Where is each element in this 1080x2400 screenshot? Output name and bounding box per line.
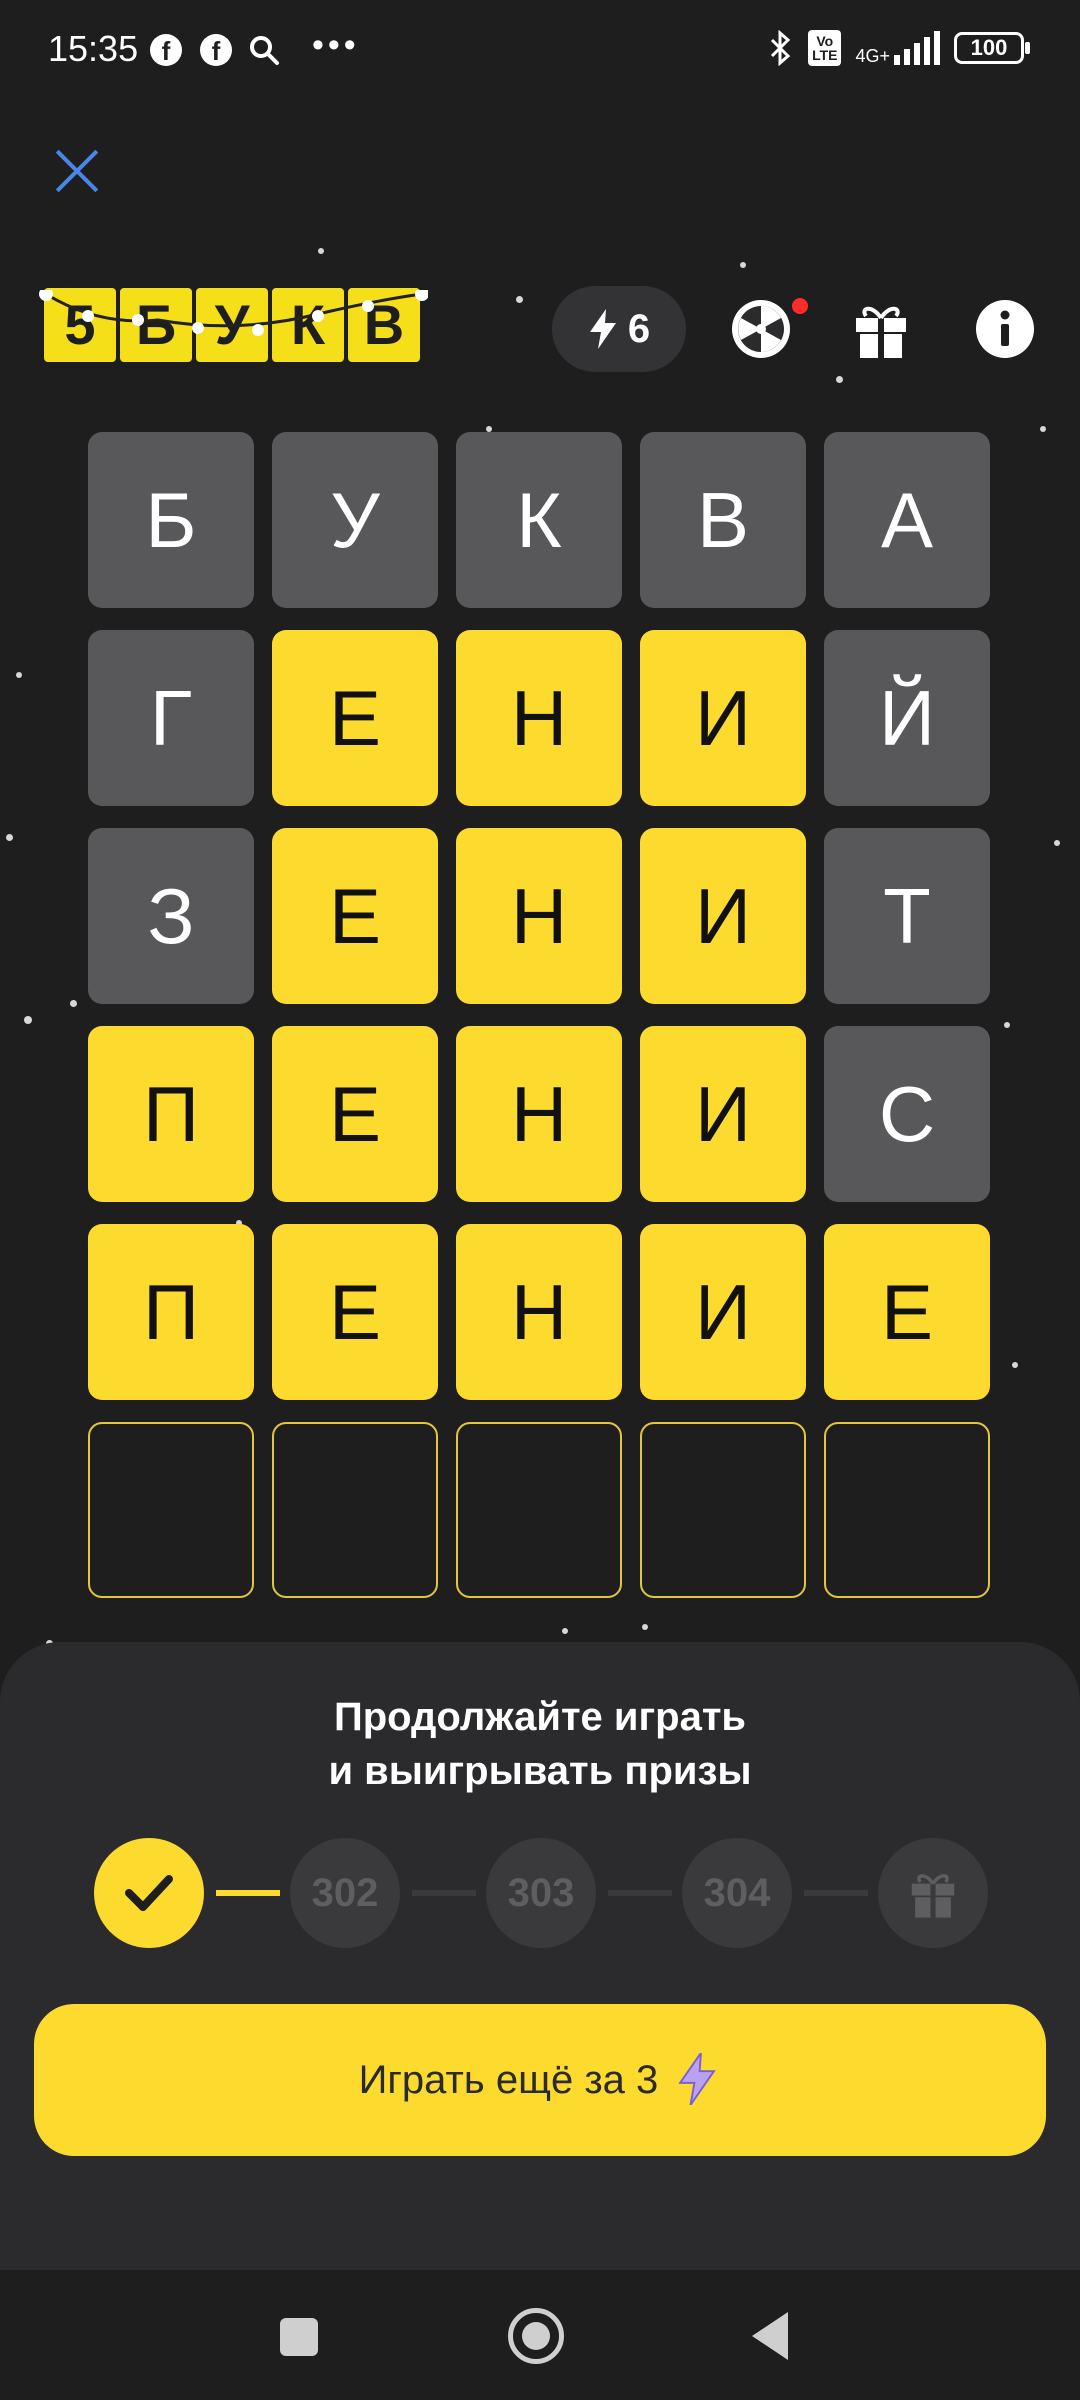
letter-tile: Е bbox=[272, 630, 438, 806]
empty-tile[interactable] bbox=[640, 1422, 806, 1598]
step-done bbox=[94, 1838, 204, 1948]
play-again-label: Играть ещё за 3 bbox=[358, 2058, 659, 2102]
grid-row: ПЕНИЕ bbox=[88, 1224, 992, 1400]
letter-tile: Е bbox=[824, 1224, 990, 1400]
letter-tile: Е bbox=[272, 1026, 438, 1202]
progress-connector bbox=[412, 1890, 476, 1896]
facebook-icon: f bbox=[150, 34, 182, 66]
letter-tile: Н bbox=[456, 1026, 622, 1202]
letter-tile: С bbox=[824, 1026, 990, 1202]
progress-connector bbox=[804, 1890, 868, 1896]
letter-tile: Е bbox=[272, 1224, 438, 1400]
grid-row: ПЕНИС bbox=[88, 1026, 992, 1202]
letter-tile: А bbox=[824, 432, 990, 608]
sheet-title: Продолжайте играть и выигрывать призы bbox=[0, 1690, 1080, 1798]
back-icon[interactable] bbox=[752, 2312, 788, 2360]
system-nav-bar bbox=[0, 2270, 1080, 2400]
letter-tile: П bbox=[88, 1026, 254, 1202]
step-303: 303 bbox=[486, 1838, 596, 1948]
battery-icon: 100 bbox=[954, 32, 1030, 64]
progress-track: 302 303 304 bbox=[94, 1838, 994, 1948]
play-again-button[interactable]: Играть ещё за 3 bbox=[34, 2004, 1046, 2156]
letter-tile: И bbox=[640, 828, 806, 1004]
facebook-icon: f bbox=[200, 34, 232, 66]
letter-tile: Г bbox=[88, 630, 254, 806]
grid-row: БУКВА bbox=[88, 432, 992, 608]
letter-tile: И bbox=[640, 1224, 806, 1400]
letter-tile: И bbox=[640, 1026, 806, 1202]
letter-tile: В bbox=[640, 432, 806, 608]
grid-row bbox=[88, 1422, 992, 1598]
wheel-icon[interactable] bbox=[728, 296, 794, 362]
recent-apps-icon[interactable] bbox=[280, 2318, 318, 2356]
letter-tile: П bbox=[88, 1224, 254, 1400]
letter-tile: Н bbox=[456, 1224, 622, 1400]
word-grid: БУКВАГЕНИЙЗЕНИТПЕНИСПЕНИЕ bbox=[88, 432, 992, 1620]
more-icon: ••• bbox=[312, 26, 360, 64]
letter-tile: У bbox=[272, 432, 438, 608]
status-bar: 15:35 f f ••• Vo LTE 4G+ 100 bbox=[0, 0, 1080, 100]
progress-connector bbox=[608, 1890, 672, 1896]
garland-decoration bbox=[39, 290, 428, 336]
letter-tile: К bbox=[456, 432, 622, 608]
check-icon bbox=[125, 1875, 173, 1911]
home-icon[interactable] bbox=[508, 2308, 564, 2364]
empty-tile[interactable] bbox=[456, 1422, 622, 1598]
gift-icon bbox=[911, 1874, 955, 1918]
letter-tile: Й bbox=[824, 630, 990, 806]
bottom-sheet: Продолжайте играть и выигрывать призы 30… bbox=[0, 1642, 1080, 2270]
grid-row: ГЕНИЙ bbox=[88, 630, 992, 806]
bluetooth-icon bbox=[771, 30, 791, 66]
letter-tile: Н bbox=[456, 630, 622, 806]
empty-tile[interactable] bbox=[824, 1422, 990, 1598]
sheet-title-line-1: Продолжайте играть bbox=[333, 1695, 747, 1739]
notification-badge bbox=[792, 298, 808, 314]
energy-count: 6 bbox=[627, 306, 651, 351]
lightning-icon bbox=[589, 309, 616, 349]
lightning-icon bbox=[678, 2049, 717, 2106]
energy-counter[interactable]: 6 bbox=[552, 286, 686, 372]
volte-badge: Vo LTE bbox=[808, 30, 842, 66]
sheet-title-line-2: и выигрывать призы bbox=[328, 1749, 752, 1793]
info-icon[interactable] bbox=[972, 296, 1038, 362]
network-type: 4G+ bbox=[855, 46, 890, 66]
empty-tile[interactable] bbox=[272, 1422, 438, 1598]
letter-tile: З bbox=[88, 828, 254, 1004]
step-gift bbox=[878, 1838, 988, 1948]
letter-tile: Т bbox=[824, 828, 990, 1004]
step-302: 302 bbox=[290, 1838, 400, 1948]
step-304: 304 bbox=[682, 1838, 792, 1948]
empty-tile[interactable] bbox=[88, 1422, 254, 1598]
gift-icon[interactable] bbox=[848, 296, 914, 362]
status-time: 15:35 bbox=[48, 28, 139, 69]
letter-tile: Б bbox=[88, 432, 254, 608]
progress-connector bbox=[216, 1890, 280, 1896]
close-button[interactable] bbox=[52, 146, 102, 196]
letter-tile: И bbox=[640, 630, 806, 806]
search-icon bbox=[250, 36, 279, 65]
grid-row: ЗЕНИТ bbox=[88, 828, 992, 1004]
signal-icon: 4G+ bbox=[855, 31, 940, 65]
letter-tile: Е bbox=[272, 828, 438, 1004]
letter-tile: Н bbox=[456, 828, 622, 1004]
